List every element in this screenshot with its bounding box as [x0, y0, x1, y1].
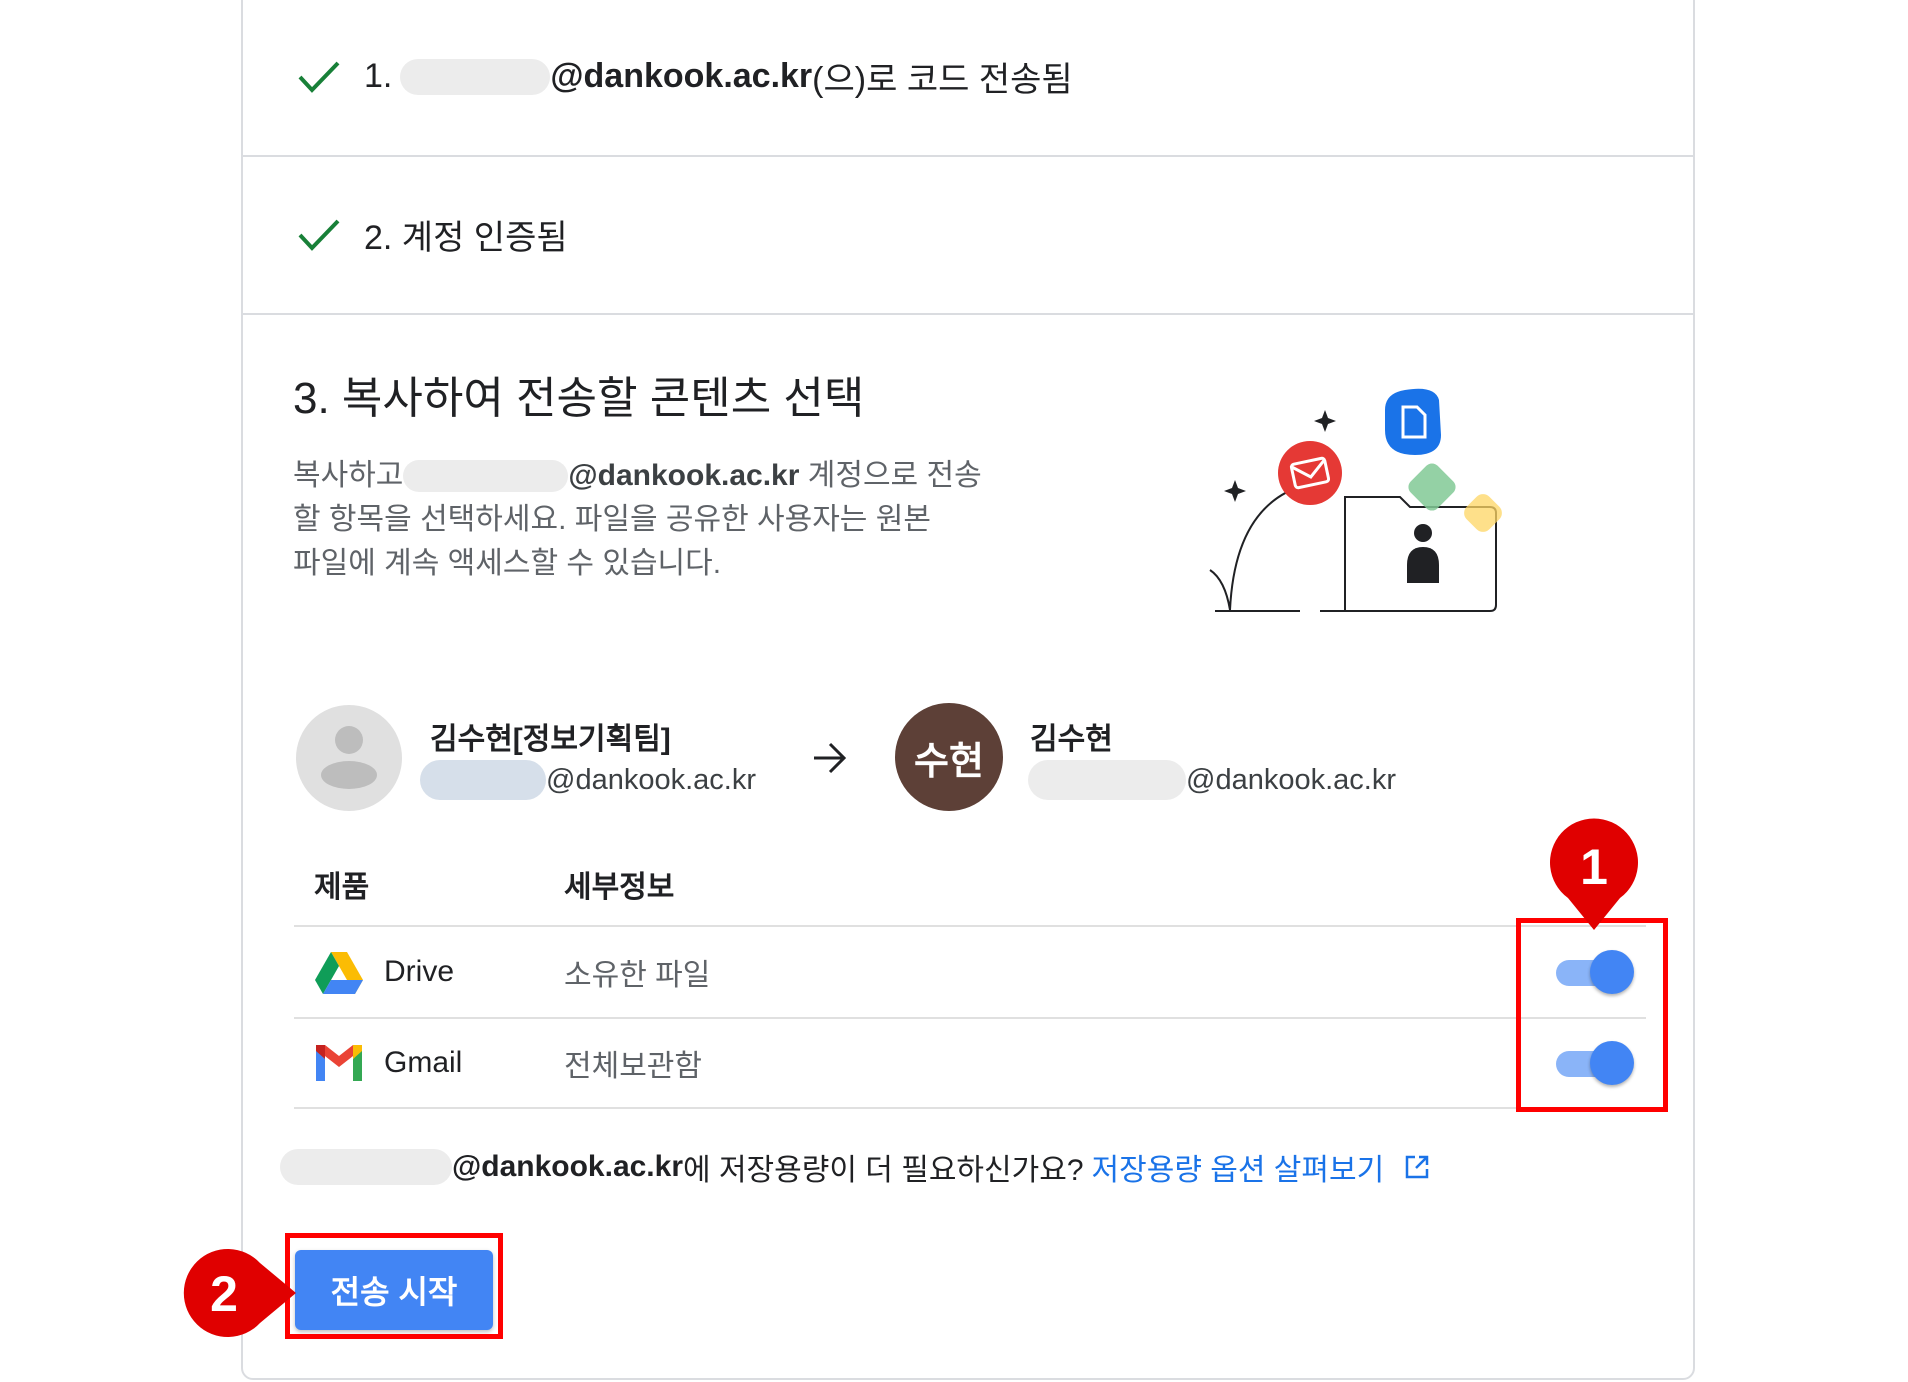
google-drive-icon	[315, 952, 363, 994]
table-row: Gmail 전체보관함	[294, 1019, 1646, 1107]
step-1-row: 1. @dankook.ac.kr (으)로 코드 전송됨	[296, 52, 1073, 101]
annotation-badge-2: 2	[183, 1249, 296, 1337]
storage-options-link[interactable]: 저장용량 옵션 살펴보기	[1092, 1145, 1385, 1189]
column-header-details: 세부정보	[564, 871, 675, 904]
divider	[241, 155, 1695, 157]
toggle-highlight-box	[1516, 918, 1668, 1112]
person-icon	[321, 726, 377, 789]
table-divider	[294, 925, 1646, 927]
source-email-domain: @dankook.ac.kr	[546, 763, 756, 796]
column-header-product: 제품	[314, 871, 370, 904]
divider	[241, 313, 1695, 315]
desc-line-1: 복사하고 @dankook.ac.kr 계정으로 전송	[293, 454, 1053, 498]
step-1-status: (으)로 코드 전송됨	[812, 61, 1073, 99]
target-account-name: 김수현	[1030, 723, 1113, 756]
annotation-badge-1: 1	[1550, 818, 1638, 930]
storage-email-domain: @dankook.ac.kr	[452, 1150, 684, 1183]
storage-question: 에 저장용량이 더 필요하신가요?	[683, 1154, 1084, 1187]
redacted-email	[403, 460, 569, 492]
redacted-email	[420, 760, 546, 800]
transfer-content-page: 1. @dankook.ac.kr (으)로 코드 전송됨 2. 계정 인증됨 …	[0, 0, 1908, 1382]
desc-prefix: 복사하고	[293, 459, 404, 492]
open-in-new-icon[interactable]	[1404, 1154, 1430, 1180]
redacted-email	[1028, 760, 1186, 800]
storage-row: @dankook.ac.kr 에 저장용량이 더 필요하신가요? 저장용량 옵션…	[280, 1145, 1430, 1189]
badge-2-label: 2	[210, 1266, 238, 1322]
source-avatar	[296, 705, 402, 811]
product-name: Drive	[384, 955, 455, 988]
step-3-description: 복사하고 @dankook.ac.kr 계정으로 전송 할 항목을 선택하세요.…	[293, 454, 1053, 586]
transfer-illustration	[1209, 388, 1502, 612]
target-email-domain: @dankook.ac.kr	[1186, 763, 1396, 796]
source-account-name: 김수현[정보기획팀]	[430, 723, 671, 756]
source-account-email: @dankook.ac.kr	[420, 760, 756, 800]
gmail-icon	[316, 1045, 362, 1081]
desc-line-3: 파일에 계속 액세스할 수 있습니다.	[293, 547, 722, 580]
product-details: 소유한 파일	[564, 959, 711, 992]
target-avatar: 수현	[895, 703, 1003, 811]
redacted-email	[280, 1149, 452, 1185]
start-button-highlight-box	[285, 1233, 503, 1339]
table-row: Drive 소유한 파일	[294, 928, 1646, 1016]
step-2-row: 2. 계정 인증됨	[296, 210, 568, 259]
product-name: Gmail	[384, 1046, 463, 1079]
check-icon	[298, 219, 340, 251]
redacted-email	[400, 58, 551, 95]
desc-line-1-rest: 계정으로 전송	[799, 459, 982, 492]
check-icon	[298, 61, 340, 93]
step-1-email-domain: @dankook.ac.kr	[550, 57, 813, 95]
step-2-label: 2. 계정 인증됨	[364, 219, 568, 257]
desc-line-2: 할 항목을 선택하세요. 파일을 공유한 사용자는 원본	[293, 503, 931, 536]
badge-1-label: 1	[1580, 839, 1608, 895]
arrow-right-icon	[814, 742, 847, 774]
table-divider	[294, 1107, 1646, 1109]
product-details: 전체보관함	[564, 1050, 702, 1083]
desc-email-domain: @dankook.ac.kr	[568, 459, 800, 492]
step-1-number: 1.	[364, 57, 393, 95]
sparkle-icon	[1224, 480, 1246, 502]
step-3-title: 3. 복사하여 전송할 콘텐츠 선택	[293, 374, 865, 423]
sparkle-icon	[1314, 410, 1336, 432]
target-account-email: @dankook.ac.kr	[1028, 760, 1396, 800]
